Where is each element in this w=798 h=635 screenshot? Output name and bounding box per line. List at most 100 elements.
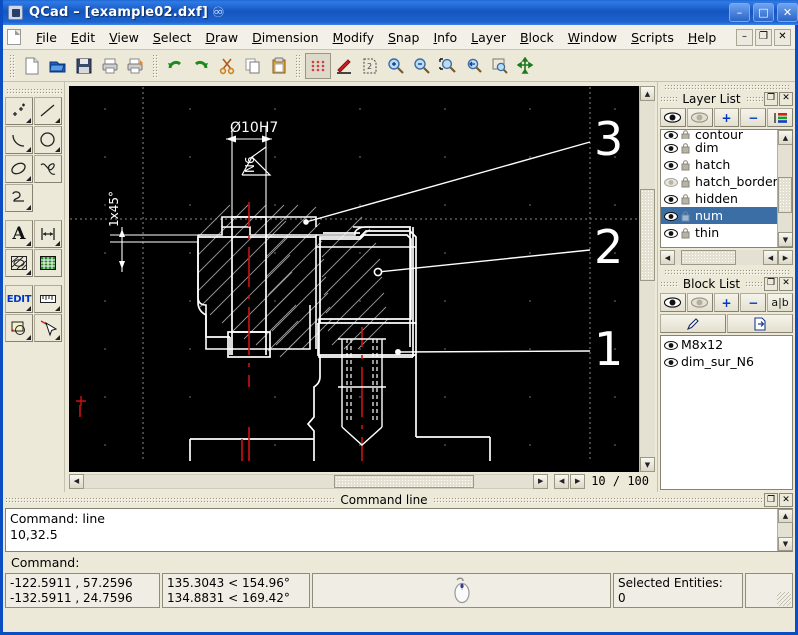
menu-edit[interactable]: Edit [64,27,102,48]
command-scroll-track[interactable] [778,523,792,537]
menu-help[interactable]: Help [681,27,724,48]
layer-row-dim[interactable]: dim [661,139,777,156]
raster-image-tool[interactable] [34,249,62,277]
command-line-float-button[interactable]: ❐ [764,493,778,507]
hide-all-blocks-button[interactable] [687,293,713,312]
layer-lock-icon[interactable] [681,159,690,170]
print-icon[interactable] [97,53,123,79]
menu-dimension[interactable]: Dimension [245,27,325,48]
menu-select[interactable]: Select [146,27,199,48]
hscroll-track[interactable] [84,474,533,489]
command-line-close-button[interactable]: ✕ [779,493,793,507]
mdi-restore-button[interactable]: ❐ [755,29,772,46]
block-list-float-button[interactable]: ❐ [764,277,778,291]
layer-hscroll-right-button-2[interactable]: ▶ [778,250,793,265]
layer-row-hatch[interactable]: hatch [661,156,777,173]
block-visibility-icon[interactable] [664,356,678,367]
hscroll-thumb[interactable] [334,475,474,488]
layer-visibility-icon[interactable] [664,142,678,153]
layer-list-close-button[interactable]: ✕ [779,92,793,106]
layer-lock-icon[interactable] [681,227,690,238]
layer-lock-icon[interactable] [681,210,690,221]
zoom-pan-icon[interactable] [513,53,539,79]
maximize-button[interactable]: □ [753,3,774,22]
dimension-tool[interactable] [34,220,62,248]
insert-block-button[interactable] [727,314,793,333]
undo-icon[interactable] [162,53,188,79]
new-file-icon[interactable] [19,53,45,79]
polyline-tool[interactable] [5,184,33,212]
layer-visibility-icon[interactable] [664,130,678,139]
canvas-vertical-scrollbar[interactable]: ▲ ▼ [639,86,655,472]
toolbar-grip-3[interactable] [295,54,302,78]
layer-scroll-track[interactable] [778,145,792,232]
scroll-left-button[interactable]: ◀ [69,474,84,489]
vscroll-track[interactable] [640,101,655,457]
menu-modify[interactable]: Modify [326,27,381,48]
layer-visibility-icon[interactable] [664,159,678,170]
layer-row-contour[interactable]: contour [661,130,777,139]
measure-tool[interactable] [34,285,62,313]
menu-file[interactable]: FFileile [29,27,64,48]
hide-all-layers-button[interactable] [687,108,713,127]
draw-pen-icon[interactable] [331,53,357,79]
menu-layer[interactable]: Layer [464,27,513,48]
zoom-previous-icon[interactable] [461,53,487,79]
layer-hscroll-track[interactable] [675,250,763,265]
layer-lock-icon[interactable] [681,193,690,204]
text-tool[interactable]: A [5,220,33,248]
menu-block[interactable]: Block [513,27,561,48]
scroll-right-button[interactable]: ▶ [533,474,548,489]
command-input-row[interactable]: Command: [5,552,793,572]
show-all-layers-button[interactable] [660,108,686,127]
layer-visibility-icon[interactable] [664,176,678,187]
minimize-button[interactable]: – [729,3,750,22]
layer-hscroll-right-button[interactable]: ◀ [763,250,778,265]
add-block-button[interactable]: + [714,293,740,312]
previous-view-button[interactable]: ◀ [554,474,569,489]
command-history-scrollbar[interactable]: ▲ ▼ [777,509,792,551]
layer-row-hidden[interactable]: hidden [661,190,777,207]
zoom-out-icon[interactable] [409,53,435,79]
layer-visibility-icon[interactable] [664,210,678,221]
layer-scroll-down-button[interactable]: ▼ [778,232,793,247]
menu-window[interactable]: Window [561,27,624,48]
snap-icon[interactable]: 2 [357,53,383,79]
zoom-window-icon[interactable] [435,53,461,79]
menu-view[interactable]: View [102,27,146,48]
command-scroll-down-button[interactable]: ▼ [778,537,793,551]
mdi-minimize-button[interactable]: – [736,29,753,46]
cad-tools-grip[interactable] [6,88,62,94]
paste-icon[interactable] [266,53,292,79]
menu-draw[interactable]: Draw [198,27,245,48]
block-row-m8x12[interactable]: M8x12 [661,336,792,353]
layer-hscroll-thumb[interactable] [681,250,736,265]
layer-lock-icon[interactable] [681,176,690,187]
mdi-close-button[interactable]: ✕ [774,29,791,46]
window-resize-grip[interactable] [777,592,791,606]
ellipse-tool[interactable] [5,155,33,183]
print-preview-icon[interactable] [123,53,149,79]
cad-canvas[interactable]: Ø10H7 N6 [69,86,639,472]
layer-hscroll-left-button[interactable]: ◀ [660,250,675,265]
redo-icon[interactable] [188,53,214,79]
block-row-dim-sur-n6[interactable]: dim_sur_N6 [661,353,792,370]
remove-layer-button[interactable]: − [740,108,766,127]
layer-list-box[interactable]: contour dim [660,129,793,248]
zoom-auto-icon[interactable] [487,53,513,79]
block-list-close-button[interactable]: ✕ [779,277,793,291]
scroll-down-button[interactable]: ▼ [640,457,655,472]
next-view-button[interactable]: ▶ [570,474,585,489]
rename-block-button[interactable]: a|b [767,293,793,312]
layer-row-num[interactable]: num [661,207,777,224]
scroll-up-button[interactable]: ▲ [640,86,655,101]
layer-row-thin[interactable]: thin [661,224,777,241]
spline-tool[interactable] [34,155,62,183]
menu-scripts[interactable]: Scripts [624,27,681,48]
hatch-tool[interactable] [5,249,33,277]
layer-lock-icon[interactable] [681,130,690,139]
layer-visibility-icon[interactable] [664,227,678,238]
menu-info[interactable]: Info [426,27,464,48]
circle-tool[interactable] [34,126,62,154]
layer-row-hatch-border[interactable]: hatch_border [661,173,777,190]
